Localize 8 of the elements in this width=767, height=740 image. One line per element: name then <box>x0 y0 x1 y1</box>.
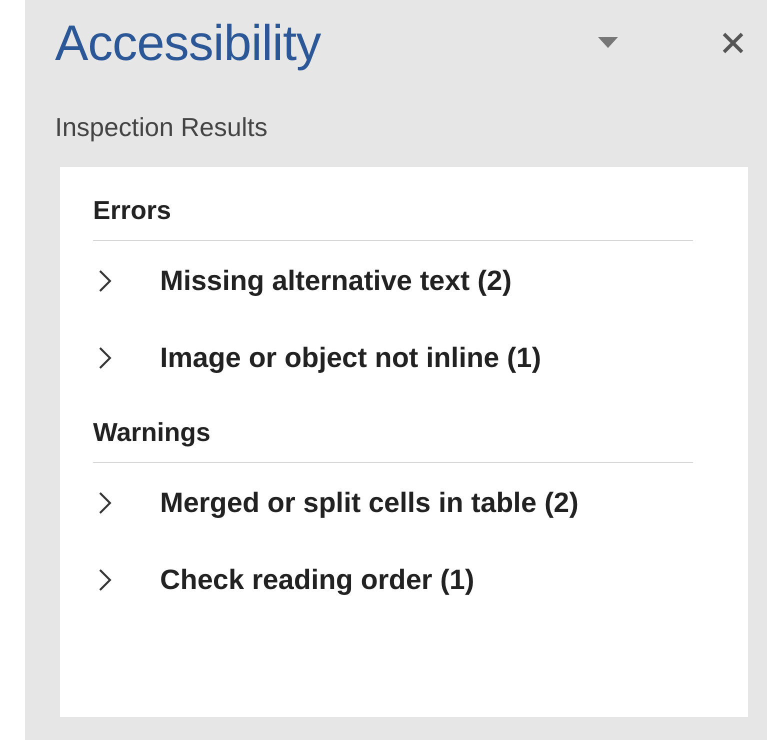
pane-title: Accessibility <box>55 14 322 72</box>
section-subtitle: Inspection Results <box>55 112 268 143</box>
category-heading: Warnings <box>93 409 693 463</box>
issue-item[interactable]: Merged or split cells in table (2) <box>160 483 579 523</box>
issue-item[interactable]: Image or object not inline (1) <box>160 338 542 378</box>
issue-item[interactable]: Missing alternative text (2) <box>160 261 512 301</box>
issue-item[interactable]: Check reading order (1) <box>160 560 474 600</box>
category-heading: Errors <box>93 187 693 241</box>
